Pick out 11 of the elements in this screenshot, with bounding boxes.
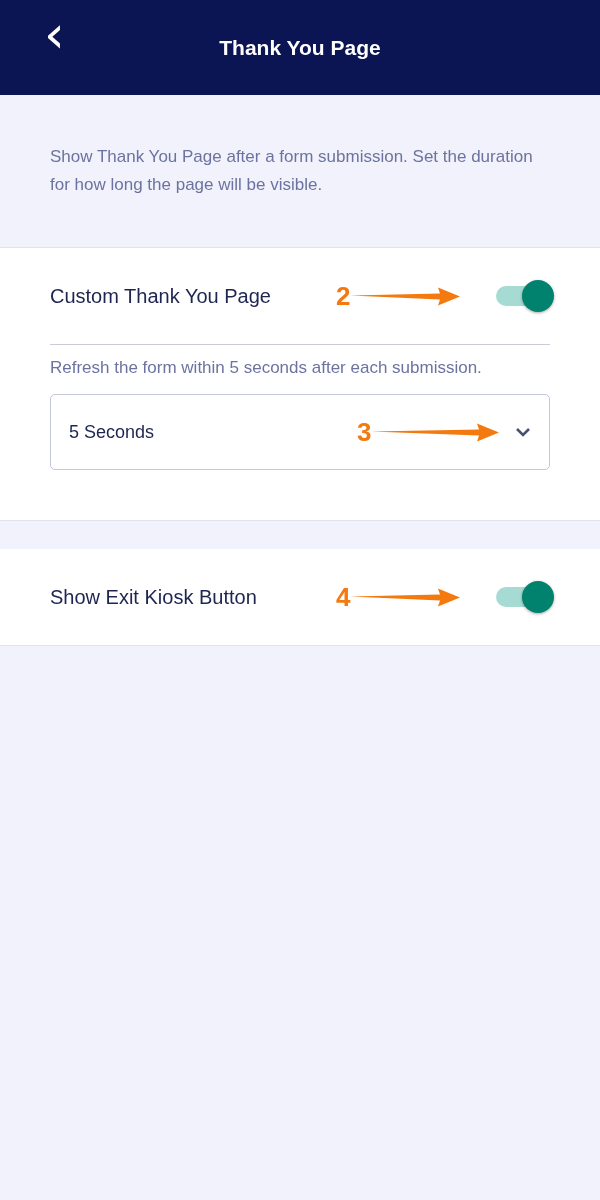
chevron-down-icon: [515, 427, 531, 437]
setting-label: Show Exit Kiosk Button: [50, 585, 257, 609]
setting-label: Custom Thank You Page: [50, 284, 271, 308]
page-title: Thank You Page: [219, 34, 381, 60]
callout-number: 2: [336, 280, 351, 312]
callout-number: 4: [336, 581, 351, 613]
description-text: Show Thank You Page after a form submission. Set the duration for how long the page will be visible.: [50, 146, 534, 196]
hint-text: Refresh the form within 5 seconds after each submission.: [50, 357, 483, 379]
duration-dropdown[interactable]: 5 Seconds 3: [50, 394, 550, 470]
back-button[interactable]: ‹: [36, 8, 73, 60]
callout-number: 3: [357, 416, 372, 448]
